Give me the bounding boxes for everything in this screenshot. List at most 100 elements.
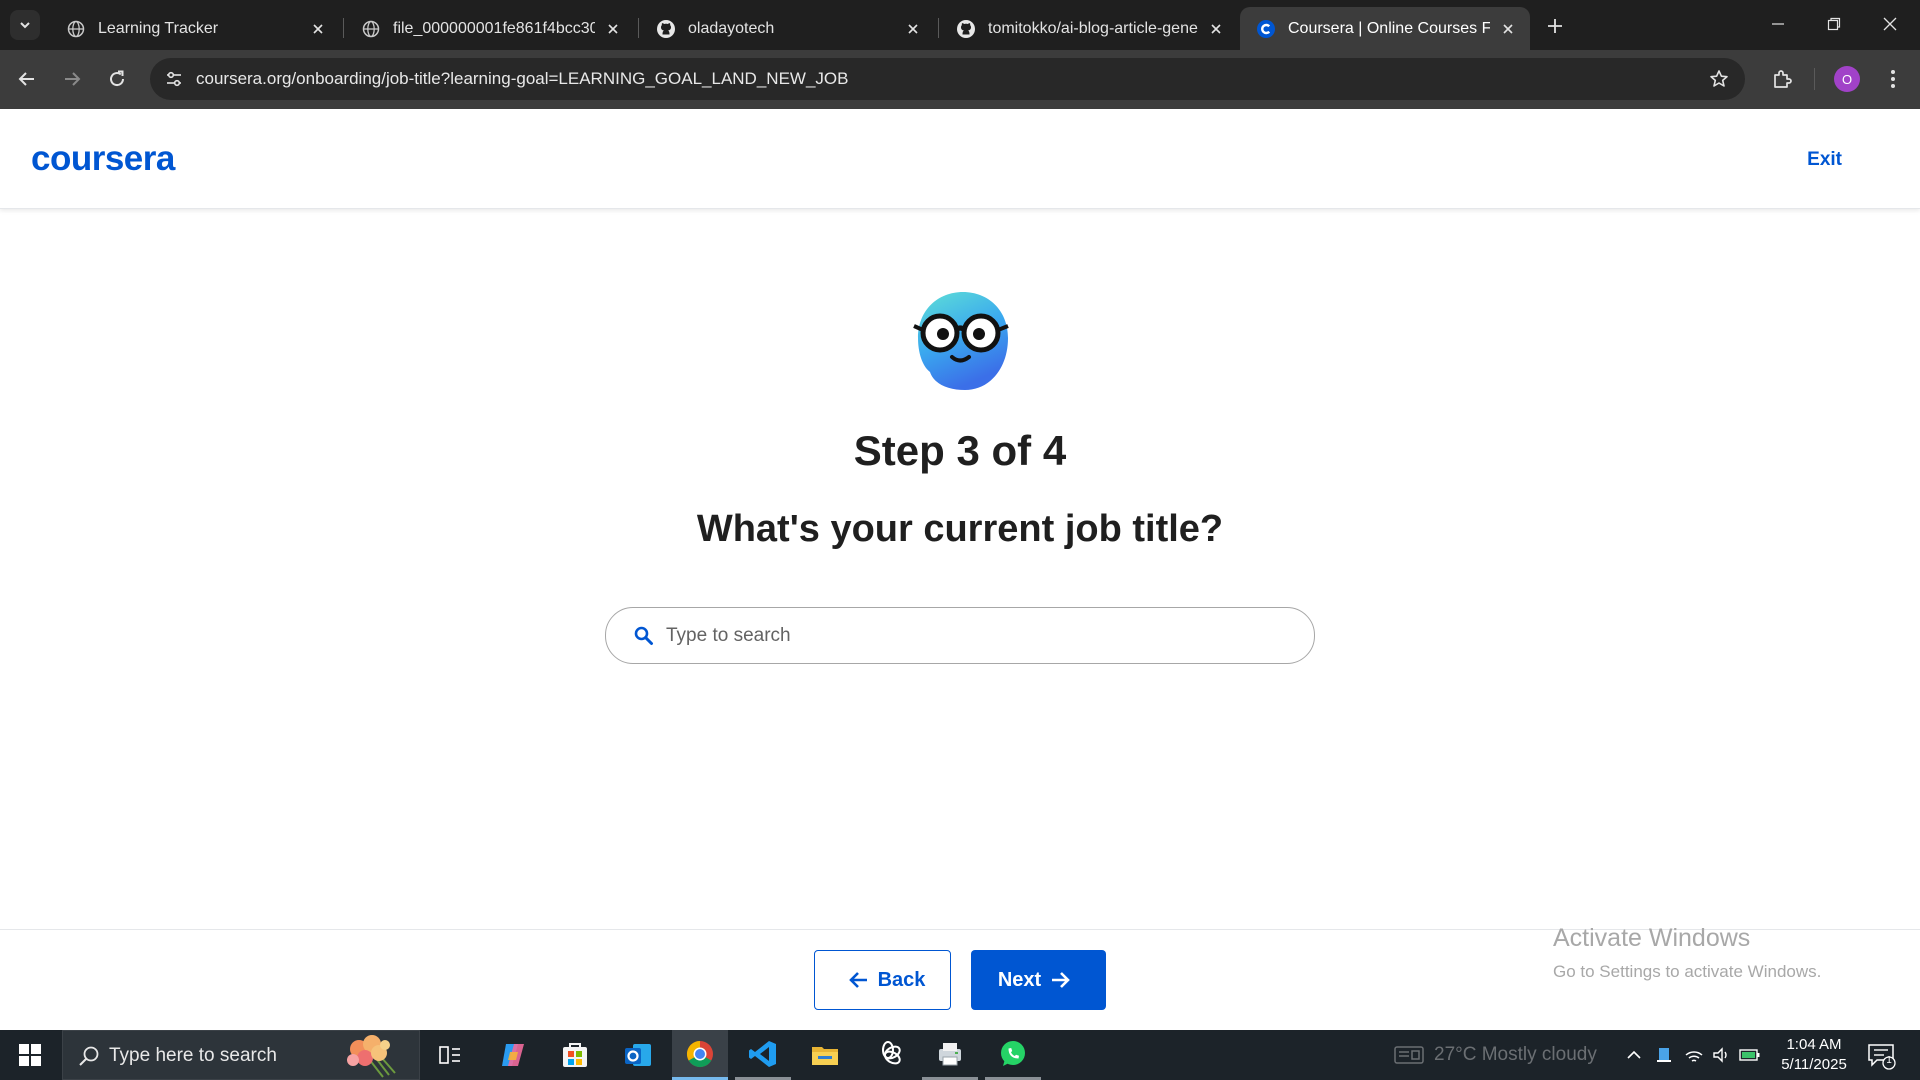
minimize-button[interactable]	[1750, 0, 1806, 48]
taskbar-search-placeholder: Type here to search	[109, 1045, 277, 1066]
notification-center-button[interactable]: 1	[1866, 1040, 1896, 1070]
coursera-onboarding-page: coursera Exit Step 3 of 4 What's your cu…	[0, 109, 1920, 1030]
close-icon[interactable]	[308, 19, 328, 39]
reload-button[interactable]	[100, 62, 134, 96]
taskbar-file-explorer[interactable]	[797, 1030, 853, 1080]
bookmark-star-icon[interactable]	[1707, 67, 1731, 91]
activate-windows-watermark: Activate Windows Go to Settings to activ…	[1553, 924, 1821, 982]
job-title-search[interactable]	[605, 607, 1315, 664]
restore-button[interactable]	[1806, 0, 1862, 48]
battery-button[interactable]	[1738, 1043, 1762, 1067]
step-indicator: Step 3 of 4	[853, 427, 1067, 474]
extensions-button[interactable]	[1765, 62, 1799, 96]
taskbar-task-view[interactable]	[422, 1030, 478, 1080]
file-explorer-icon	[812, 1047, 838, 1065]
chevron-down-icon	[20, 22, 30, 29]
tab-divider	[638, 18, 639, 38]
tab-github-repo[interactable]: tomitokko/ai-blog-article-gene	[940, 7, 1238, 50]
screen: Learning Tracker file_000000001fe861f4bc…	[0, 0, 1920, 1080]
puzzle-icon	[1774, 70, 1792, 88]
close-window-button[interactable]	[1862, 0, 1918, 48]
address-bar[interactable]: coursera.org/onboarding/job-title?learni…	[150, 58, 1745, 100]
next-button[interactable]: Next	[971, 950, 1106, 1010]
arrow-left-icon	[18, 72, 34, 86]
taskbar-chatgpt[interactable]	[860, 1030, 916, 1080]
weather-widget[interactable]: 27°C Mostly cloudy	[1394, 1044, 1597, 1066]
back-nav-button[interactable]	[10, 62, 44, 96]
tab-title: tomitokko/ai-blog-article-gene	[988, 19, 1198, 37]
site-settings-icon[interactable]	[160, 65, 188, 93]
globe-icon	[361, 19, 381, 39]
show-hidden-icons-button[interactable]	[1622, 1043, 1646, 1067]
windows-taskbar: Type here to search 27°C Mostly cloudy 1…	[0, 1030, 1920, 1080]
back-button[interactable]: Back	[814, 950, 951, 1010]
taskbar-search[interactable]: Type here to search	[62, 1030, 420, 1080]
system-clock[interactable]: 1:04 AM 5/11/2025	[1764, 1035, 1864, 1075]
forward-nav-button[interactable]	[55, 62, 89, 96]
tab-file[interactable]: file_000000001fe861f4bcc3042	[345, 7, 635, 50]
watermark-title: Activate Windows	[1553, 924, 1751, 952]
taskbar-chrome[interactable]	[672, 1030, 728, 1080]
taskbar-microsoft-store[interactable]	[547, 1030, 603, 1080]
battery-charging-icon	[1739, 1049, 1760, 1061]
profile-button[interactable]: O	[1830, 62, 1864, 96]
close-icon[interactable]	[903, 19, 923, 39]
taskbar-printer-app[interactable]	[922, 1030, 978, 1080]
close-icon[interactable]	[1498, 19, 1518, 39]
microsoft-store-icon	[563, 1043, 587, 1067]
tab-title: Learning Tracker	[98, 19, 219, 37]
taskbar-vscode[interactable]	[735, 1030, 791, 1080]
url-text[interactable]: coursera.org/onboarding/job-title?learni…	[196, 69, 848, 89]
search-input[interactable]	[666, 616, 1286, 656]
site-header: coursera Exit	[0, 109, 1920, 209]
search-icon	[634, 626, 653, 645]
mascot-glasses-icon	[913, 292, 1009, 390]
plus-icon	[1548, 19, 1562, 33]
new-tab-button[interactable]	[1540, 12, 1570, 40]
tab-coursera[interactable]: Coursera | Online Courses From	[1240, 7, 1530, 50]
github-icon	[956, 19, 976, 39]
chatgpt-icon	[882, 1041, 901, 1065]
minimize-icon	[1772, 23, 1784, 25]
browser-tab-strip: Learning Tracker file_000000001fe861f4bc…	[0, 0, 1920, 50]
search-icon	[79, 1046, 99, 1066]
tab-divider	[938, 18, 939, 38]
reload-icon	[110, 70, 125, 87]
tab-learning-tracker[interactable]: Learning Tracker	[50, 7, 340, 50]
notification-count: 1	[1886, 1055, 1892, 1066]
close-icon	[1883, 17, 1897, 31]
tab-divider	[343, 18, 344, 38]
coursera-logo[interactable]: coursera	[31, 139, 175, 179]
avatar: O	[1834, 66, 1860, 92]
wifi-icon	[1685, 1051, 1703, 1062]
network-button[interactable]	[1682, 1043, 1706, 1067]
volume-button[interactable]	[1710, 1043, 1734, 1067]
browser-menu-button[interactable]	[1876, 62, 1910, 96]
github-icon	[656, 19, 676, 39]
exit-link[interactable]: Exit	[1807, 149, 1842, 171]
whatsapp-icon	[1001, 1040, 1025, 1066]
printer-app-icon	[939, 1042, 961, 1065]
tab-title: oladayotech	[688, 19, 775, 37]
close-icon[interactable]	[1206, 19, 1226, 39]
back-button-label: Back	[877, 968, 926, 991]
globe-icon	[66, 19, 86, 39]
taskbar-whatsapp[interactable]	[985, 1030, 1041, 1080]
speaker-icon	[1713, 1047, 1727, 1063]
toolbar-divider	[1814, 68, 1815, 90]
next-button-label: Next	[997, 968, 1042, 991]
vscode-icon	[749, 1040, 776, 1067]
tab-oladayotech[interactable]: oladayotech	[640, 7, 935, 50]
arrow-right-icon	[65, 72, 81, 86]
taskbar-copilot[interactable]	[485, 1030, 541, 1080]
watermark-subtitle: Go to Settings to activate Windows.	[1553, 962, 1822, 981]
chrome-icon	[686, 1040, 713, 1067]
arrow-right-icon	[1052, 972, 1071, 988]
tab-search-button[interactable]	[10, 10, 40, 40]
tray-device-icon[interactable]	[1652, 1043, 1676, 1067]
start-button[interactable]	[0, 1030, 60, 1080]
taskbar-outlook[interactable]	[610, 1030, 666, 1080]
close-icon[interactable]	[603, 19, 623, 39]
tablet-icon	[1657, 1048, 1671, 1062]
weather-widget-icon	[1394, 1046, 1424, 1064]
